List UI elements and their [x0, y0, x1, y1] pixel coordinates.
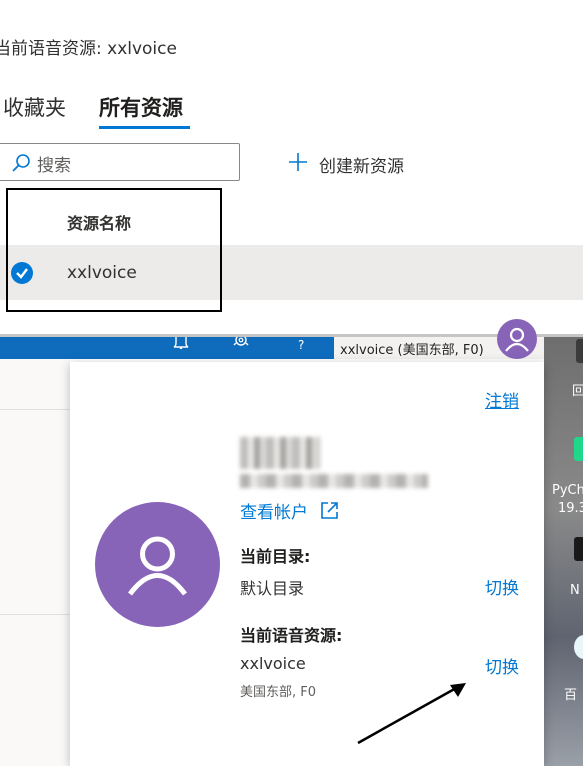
search-input[interactable]: [0, 143, 240, 181]
desktop-icon[interactable]: [576, 339, 583, 363]
search-placeholder: 搜索: [37, 156, 71, 176]
user-email-redacted: [240, 474, 428, 488]
pycharm-icon[interactable]: [574, 437, 583, 461]
selected-tab-indicator: [99, 126, 190, 129]
current-directory-value: 默认目录: [240, 579, 305, 598]
sign-out-link[interactable]: 注销: [485, 387, 519, 412]
external-link-icon[interactable]: [320, 501, 339, 520]
speech-resource-name: xxlvoice: [240, 654, 306, 673]
avatar: [95, 502, 220, 627]
current-speech-resource-label: 当前语音资源:: [240, 626, 343, 645]
current-directory-label: 当前目录:: [240, 547, 311, 566]
tab-all-resources[interactable]: 所有资源: [99, 92, 183, 122]
desktop-label: PyCh: [552, 483, 583, 498]
user-name-redacted: [240, 437, 320, 469]
gear-icon[interactable]: [232, 337, 250, 349]
plus-icon[interactable]: [288, 152, 308, 172]
desktop-label: 百: [564, 688, 578, 703]
speech-resource-detail: 美国东部, F0: [240, 685, 317, 700]
search-icon: [12, 154, 30, 172]
annotation-arrow: [357, 683, 466, 745]
background-page: [0, 359, 70, 766]
switch-resource-button[interactable]: 切换: [485, 653, 519, 678]
desktop-background: 回 PyCh 19.3 N 百: [544, 337, 583, 766]
bell-icon[interactable]: [172, 337, 190, 349]
portal-header-bar: [0, 337, 334, 359]
annotation-highlight-box: [6, 188, 222, 312]
desktop-label: N: [570, 583, 580, 598]
create-new-resource-button[interactable]: 创建新资源: [319, 152, 404, 177]
help-icon[interactable]: ?: [298, 338, 304, 352]
view-account-link[interactable]: 查看帐户: [240, 498, 308, 523]
desktop-label: 19.3: [558, 501, 583, 516]
baidu-icon[interactable]: [574, 635, 583, 659]
cut-off-breadcrumb: [0, 0, 320, 6]
avatar[interactable]: [497, 319, 537, 359]
desktop-icon[interactable]: [574, 537, 583, 561]
switch-directory-button[interactable]: 切换: [485, 574, 519, 599]
account-resource-label[interactable]: xxlvoice (美国东部, F0): [340, 339, 484, 358]
tab-favorites[interactable]: 收藏夹: [3, 92, 66, 122]
current-speech-resource-text: 当前语音资源: xxlvoice: [0, 39, 177, 59]
